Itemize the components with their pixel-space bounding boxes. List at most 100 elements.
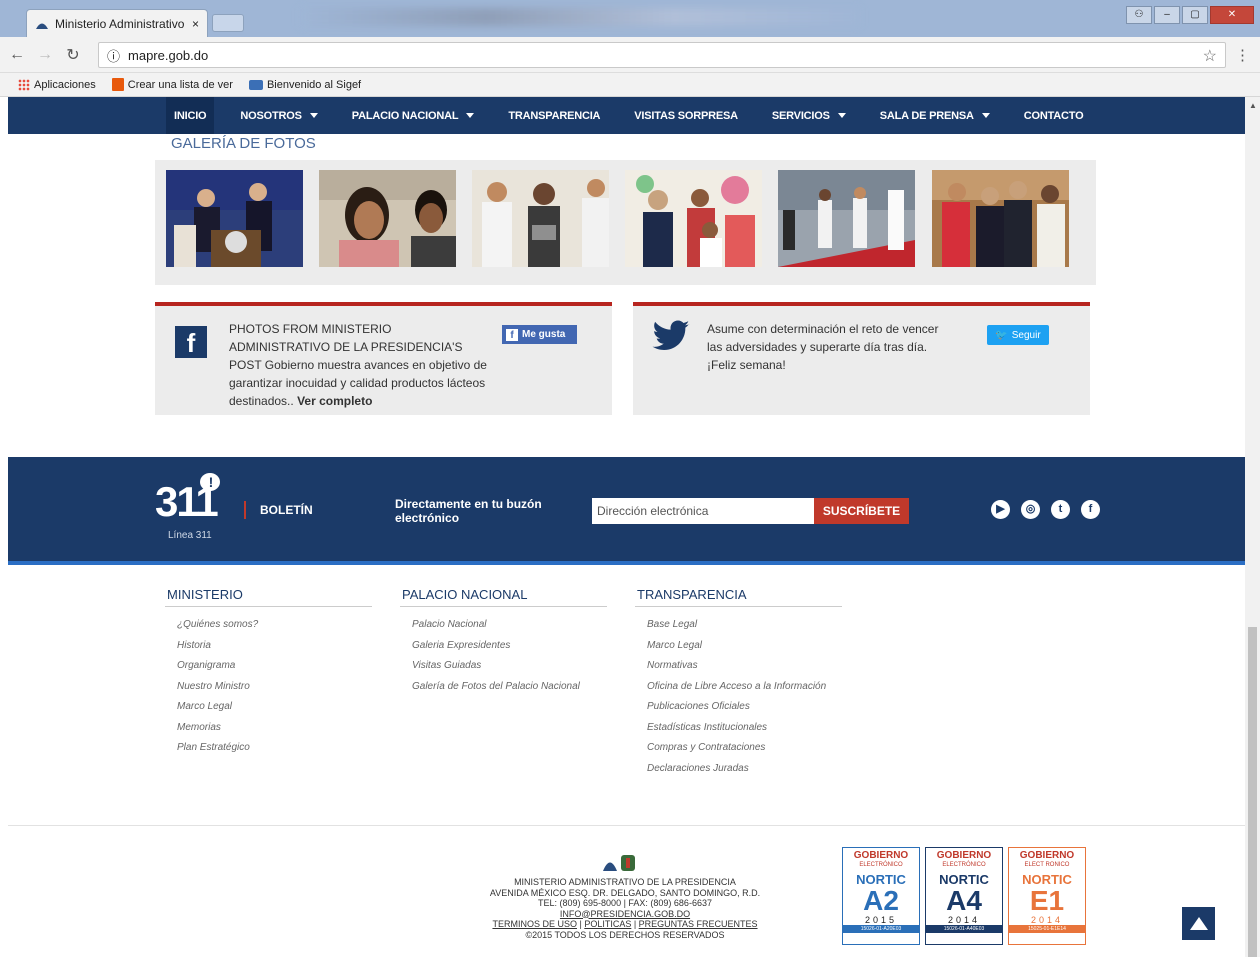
bookmark-star-icon[interactable]: ☆ [1203,46,1217,66]
office-icon [111,78,124,91]
scrollbar-thumb[interactable] [1248,627,1257,957]
gallery-photo-2[interactable] [319,170,456,267]
footer-column-title: PALACIO NACIONAL [400,587,607,607]
policies-link[interactable]: POLITICAS [584,919,631,929]
instagram-icon[interactable]: ◎ [1021,500,1040,519]
youtube-icon[interactable]: ▶ [991,500,1010,519]
faq-link[interactable]: PREGUNTAS FRECUENTES [639,919,758,929]
nav-visitas-sorpresa[interactable]: VISITAS SORPRESA [626,97,746,134]
email-input[interactable]: Dirección electrónica [592,498,814,524]
footer-link[interactable]: Marco Legal [647,636,842,657]
facebook-icon[interactable]: f [175,326,207,358]
gallery-photo-1[interactable] [166,170,303,267]
maximize-button[interactable]: ▢ [1182,6,1208,24]
footer-link[interactable]: Normativas [647,656,842,677]
footer-contact: MINISTERIO ADMINISTRATIVO DE LA PRESIDEN… [438,877,812,940]
footer-link[interactable]: Memorias [177,718,372,739]
footer-link[interactable]: ¿Quiénes somos? [177,615,372,636]
footer-link[interactable]: Estadísticas Institucionales [647,718,842,739]
address: AVENIDA MÉXICO ESQ. DR. DELGADO, SANTO D… [489,887,761,898]
follow-button[interactable]: 🐦 Seguir [987,325,1049,345]
tab-close-icon[interactable]: × [192,17,199,31]
footer-link[interactable]: Galeria Expresidentes [412,636,607,657]
gallery-photo-4[interactable] [625,170,762,267]
main-navigation: INICIO NOSOTROS PALACIO NACIONAL TRANSPA… [8,97,1245,134]
subscribe-button[interactable]: SUSCRÍBETE [814,498,909,524]
twitter-bird-icon[interactable] [651,320,691,354]
nortic-a4-badge[interactable]: GOBIERNO ELECTRÓNICO NORTIC A4 2014 1502… [925,847,1003,945]
nortic-e1-badge[interactable]: GOBIERNO ELECT RONICO NORTIC E1 2014 150… [1008,847,1086,945]
footer-link[interactable]: Nuestro Ministro [177,677,372,698]
nav-nosotros[interactable]: NOSOTROS [232,97,325,134]
footer-column-ministerio: MINISTERIO ¿Quiénes somos? Historia Orga… [165,587,372,759]
scroll-up-icon[interactable]: ▲ [1249,101,1257,110]
nav-palacio-nacional[interactable]: PALACIO NACIONAL [344,97,483,134]
caret-down-icon [309,113,318,118]
user-icon[interactable]: ⚇ [1126,6,1152,24]
nav-contacto[interactable]: CONTACTO [1016,97,1092,134]
caret-down-icon [981,113,990,118]
tab-title: Ministerio Administrativo [55,16,185,31]
reload-icon[interactable]: ↻ [62,45,84,65]
terms-link[interactable]: TERMINOS DE USO [492,919,577,929]
linea-311-logo[interactable]: 311 ! [155,473,220,525]
footer-link[interactable]: Declaraciones Juradas [647,759,842,780]
footer-column-palacio: PALACIO NACIONAL Palacio Nacional Galeri… [400,587,607,697]
forward-icon[interactable]: → [34,46,56,64]
caret-down-icon [837,113,846,118]
like-button[interactable]: f Me gusta [502,325,577,344]
footer-link[interactable]: Galería de Fotos del Palacio Nacional [412,677,607,698]
newsletter-tagline: Directamente en tu buzón electrónico [395,497,542,525]
gallery-title: GALERÍA DE FOTOS [155,134,321,160]
nortic-a2-badge[interactable]: GOBIERNO ELECTRÓNICO NORTIC A2 2015 1502… [842,847,920,945]
footer-link[interactable]: Marco Legal [177,697,372,718]
url-input[interactable]: ⓘ mapre.gob.do ☆ [98,42,1226,68]
twitter-icon[interactable]: t [1051,500,1070,519]
footer-link[interactable]: Organigrama [177,656,372,677]
phone: TEL: (809) 695-8000 | FAX: (809) 686-663… [538,898,712,908]
site-footer: MINISTERIO ADMINISTRATIVO DE LA PRESIDEN… [8,825,1245,957]
footer-link[interactable]: Palacio Nacional [412,615,607,636]
footer-column-title: TRANSPARENCIA [635,587,842,607]
browser-titlebar: Ministerio Administrativo × ⚇ – ▢ ✕ [0,0,1260,37]
footer-column-title: MINISTERIO [165,587,372,607]
nav-inicio[interactable]: INICIO [166,97,215,134]
twitter-widget: Asume con determinación el reto de vence… [633,302,1090,415]
footer-link[interactable]: Base Legal [647,615,842,636]
divider [244,501,246,519]
sigef-icon [248,79,263,90]
bookmark-apps[interactable]: Aplicaciones [18,78,96,91]
back-icon[interactable]: ← [6,46,28,64]
nav-servicios[interactable]: SERVICIOS [764,97,854,134]
gallery-photo-5[interactable] [778,170,915,267]
footer-link[interactable]: Historia [177,636,372,657]
gallery-photo-6[interactable] [932,170,1069,267]
nav-sala-de-prensa[interactable]: SALA DE PRENSA [872,97,998,134]
nav-transparencia[interactable]: TRANSPARENCIA [500,97,608,134]
close-window-button[interactable]: ✕ [1210,6,1254,24]
footer-link[interactable]: Compras y Contrataciones [647,738,842,759]
government-crest-icon [603,855,635,871]
newsletter-band: 311 ! Línea 311 BOLETÍN Directamente en … [8,457,1245,565]
footer-link[interactable]: Publicaciones Oficiales [647,697,842,718]
footer-link[interactable]: Visitas Guiadas [412,656,607,677]
email-link[interactable]: INFO@PRESIDENCIA.GOB.DO [438,909,812,920]
footer-link[interactable]: Oficina de Libre Acceso a la Información [647,677,842,698]
bookmark-sigef[interactable]: Bienvenido al Sigef [248,79,361,91]
back-to-top-button[interactable] [1182,907,1215,940]
browser-tab[interactable]: Ministerio Administrativo × [26,9,208,37]
info-icon[interactable]: ⓘ [107,46,120,65]
facebook-circle-icon[interactable]: f [1081,500,1100,519]
page-scrollbar[interactable]: ▲ [1245,97,1260,957]
menu-kebab-icon[interactable]: ⋮ [1235,46,1250,64]
gallery-photo-3[interactable] [472,170,609,267]
arrow-up-icon [1189,917,1208,930]
footer-link[interactable]: Plan Estratégico [177,738,372,759]
tweet-text: Asume con determinación el reto de vence… [707,322,939,372]
facebook-widget: f PHOTOS FROM MINISTERIO ADMINISTRATIVO … [155,302,612,415]
linea-311-caption: Línea 311 [168,530,212,541]
ver-completo-link[interactable]: Ver completo [297,394,372,408]
minimize-button[interactable]: – [1154,6,1180,24]
bookmark-office[interactable]: Crear una lista de ver [111,78,233,91]
new-tab-button[interactable] [212,14,244,32]
